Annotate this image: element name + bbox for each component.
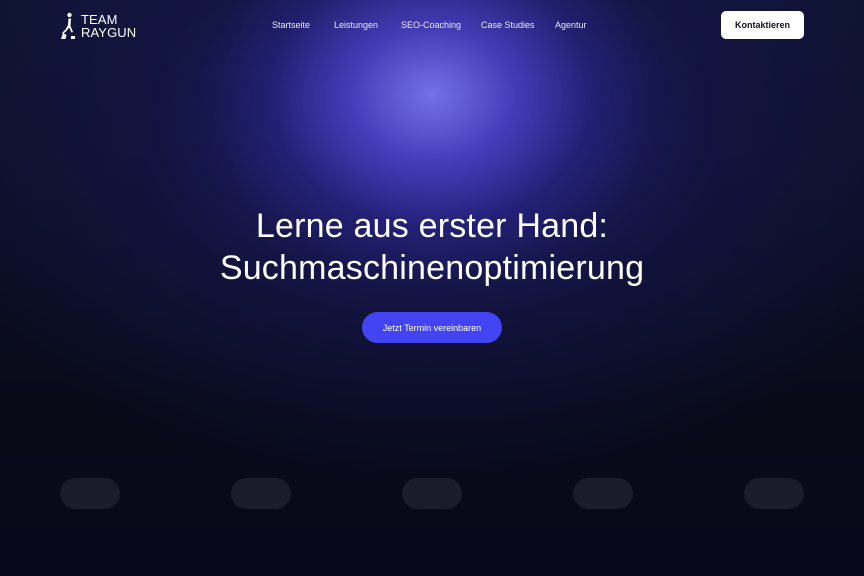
loading-placeholder [573, 478, 633, 509]
loading-placeholder [60, 478, 120, 509]
nav-item-agentur[interactable]: Agentur [555, 18, 587, 32]
logo-placeholder-row [0, 478, 864, 509]
nav-item-seo-coaching[interactable]: SEO-Coaching [401, 18, 461, 32]
hero-title-line-1: Lerne aus erster Hand: [255, 207, 609, 245]
nav-item-case-studies[interactable]: Case Studies [481, 18, 535, 32]
contact-button[interactable]: Kontaktieren [721, 11, 804, 39]
nav-item-leistungen[interactable]: Leistungen [334, 18, 378, 32]
site-header: TEAM RAYGUN Startseite Leistungen SEO-Co… [0, 0, 864, 52]
loading-placeholder [402, 478, 462, 509]
hero-title-line-2: Suchmaschinenoptimierung [219, 249, 645, 287]
nav-item-startseite[interactable]: Startseite [272, 18, 310, 32]
loading-placeholder [744, 478, 804, 509]
hero-title: Lerne aus erster Hand: Suchmaschinenopti… [0, 205, 864, 289]
loading-placeholder [231, 478, 291, 509]
hero-section: Lerne aus erster Hand: Suchmaschinenopti… [0, 205, 864, 289]
book-appointment-button[interactable]: Jetzt Termin vereinbaren [362, 312, 502, 343]
